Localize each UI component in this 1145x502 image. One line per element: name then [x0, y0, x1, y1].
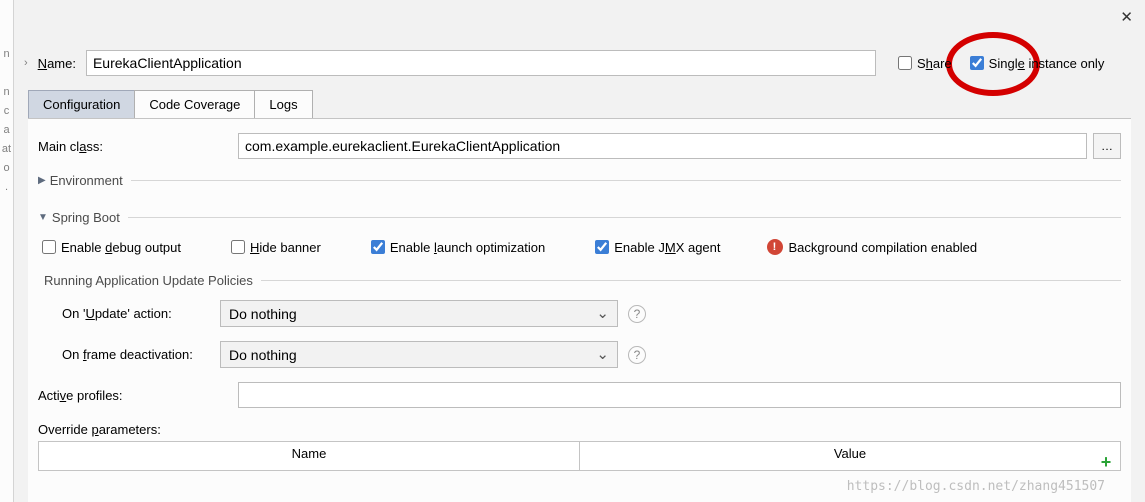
divider [131, 180, 1121, 181]
on-update-dropdown[interactable]: Do nothing [220, 300, 618, 327]
tab-logs[interactable]: Logs [254, 90, 312, 118]
table-header-name: Name [39, 442, 580, 470]
name-label: Name: [38, 56, 76, 71]
background-compilation-status: ! Background compilation enabled [767, 239, 978, 255]
help-icon[interactable]: ? [628, 346, 646, 364]
left-panel-strip: n ncaato. [0, 0, 14, 502]
chevron-left-icon[interactable]: › [24, 57, 28, 69]
main-class-label: Main class: [38, 139, 238, 154]
on-frame-label: On frame deactivation: [38, 347, 220, 362]
environment-section-header[interactable]: Environment [38, 173, 1121, 188]
name-input[interactable] [86, 50, 876, 76]
close-icon[interactable]: ✕ [1120, 8, 1133, 26]
error-icon: ! [767, 239, 783, 255]
add-parameter-button[interactable]: + [1091, 452, 1121, 473]
divider [128, 217, 1121, 218]
hide-banner-checkbox[interactable]: Hide banner [227, 237, 321, 257]
chevron-down-icon [38, 212, 48, 223]
enable-debug-checkbox[interactable]: Enable debug output [38, 237, 181, 257]
enable-launch-opt-checkbox[interactable]: Enable launch optimization [367, 237, 545, 257]
tab-configuration[interactable]: Configuration [28, 90, 135, 118]
watermark-text: https://blog.csdn.net/zhang451507 [847, 479, 1105, 494]
spring-boot-section-header[interactable]: Spring Boot [38, 210, 1121, 225]
on-frame-dropdown[interactable]: Do nothing [220, 341, 618, 368]
override-parameters-table: Name Value [38, 441, 1121, 471]
single-instance-checkbox[interactable]: Single instance only [966, 53, 1105, 73]
running-policies-title: Running Application Update Policies [44, 273, 1121, 288]
environment-title: Environment [50, 173, 123, 188]
help-icon[interactable]: ? [628, 305, 646, 323]
spring-boot-title: Spring Boot [52, 210, 120, 225]
share-checkbox[interactable]: Share [894, 53, 952, 73]
enable-jmx-checkbox[interactable]: Enable JMX agent [591, 237, 720, 257]
table-header-value: Value [580, 442, 1120, 470]
active-profiles-label: Active profiles: [38, 388, 238, 403]
main-class-input[interactable] [238, 133, 1087, 159]
chevron-right-icon [38, 175, 46, 186]
override-parameters-label: Override parameters: [38, 422, 1121, 437]
active-profiles-input[interactable] [238, 382, 1121, 408]
tab-code-coverage[interactable]: Code Coverage [134, 90, 255, 118]
on-update-label: On 'Update' action: [38, 306, 220, 321]
browse-main-class-button[interactable]: … [1093, 133, 1121, 159]
